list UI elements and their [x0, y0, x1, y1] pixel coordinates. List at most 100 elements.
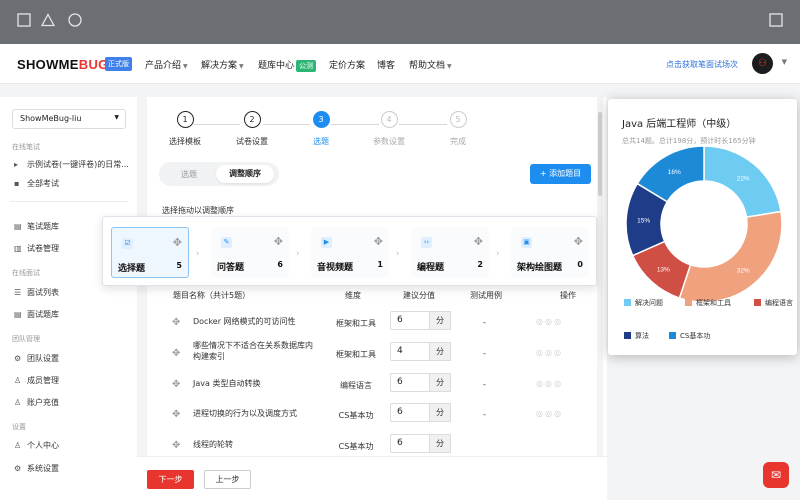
drag-handle-icon[interactable]: ✥	[173, 236, 182, 249]
drag-handle-icon[interactable]: ✥	[172, 409, 180, 420]
nav-help[interactable]: 帮助文档 ▼	[409, 58, 452, 71]
tenant-select[interactable]: ShowMeBug-liu ▼	[12, 109, 126, 129]
sidebar-item-members[interactable]: ♙ 成员管理	[14, 375, 59, 386]
get-sessions-link[interactable]: 点击获取笔面试场次	[666, 59, 738, 70]
tab-select-questions[interactable]: 选题	[181, 169, 197, 180]
window-toggle-icon[interactable]	[769, 13, 783, 27]
triangle-icon[interactable]	[41, 13, 55, 27]
section-interview: 在线面试	[12, 269, 40, 277]
category-card-architecture[interactable]: ▣ ✥ 架构绘图题 0	[511, 227, 589, 278]
drag-handle-icon[interactable]: ✥	[172, 317, 180, 328]
nav-pricing[interactable]: 定价方案	[329, 58, 365, 71]
legend-swatch	[624, 332, 631, 339]
scrollbar-thumb[interactable]	[598, 112, 602, 196]
section-settings: 设置	[12, 423, 26, 431]
table-row: ✥ 线程的轮转 CS基本功 6 分	[162, 433, 602, 455]
nav-question-bank[interactable]: 题库中心 公测	[258, 58, 317, 72]
row-actions-icon[interactable]: ◎◎◎	[536, 379, 563, 388]
avatar[interactable]: ⚇	[752, 53, 773, 74]
table-row: ✥ Docker 网络模式的可访问性 框架和工具 6 分 - ◎◎◎	[162, 310, 602, 340]
chevron-down-icon: ▼	[447, 63, 452, 70]
chevron-down-icon: ▼	[183, 63, 188, 70]
prev-step-button[interactable]: 上一步	[204, 470, 251, 489]
nav-blog[interactable]: 博客	[377, 58, 395, 71]
score-input[interactable]: 4	[390, 342, 430, 361]
sidebar-item-written-bank[interactable]: ▤ 笔试题库	[14, 221, 59, 232]
user-icon: ♙	[14, 441, 22, 450]
sidebar-item-profile[interactable]: ♙ 个人中心	[14, 440, 59, 451]
mode-switch: 选题 调整顺序	[159, 162, 279, 186]
drag-handle-icon[interactable]: ✥	[274, 235, 283, 248]
divider	[10, 201, 128, 202]
drag-handle-icon[interactable]: ✥	[574, 235, 583, 248]
code-icon: ‹›	[421, 237, 432, 248]
sidebar-item-paper-manage[interactable]: ▥ 试卷管理	[14, 243, 59, 254]
row-actions-icon[interactable]: ◎◎◎	[536, 409, 563, 418]
chat-icon[interactable]: ✉	[763, 462, 789, 488]
step-template[interactable]: 1 选择模板	[155, 111, 215, 147]
drag-handle-icon[interactable]: ✥	[172, 379, 180, 390]
drag-handle-icon[interactable]: ✥	[374, 235, 383, 248]
section-team: 团队管理	[12, 335, 40, 343]
row-actions-icon[interactable]: ◎◎◎	[536, 348, 563, 357]
tree-item-all-exams[interactable]: ▪ 全部考试	[14, 178, 59, 189]
donut-label-0: 22%	[737, 175, 750, 182]
col-question-name: 题目名称（共计5题）	[173, 291, 251, 300]
sidebar-item-interview-bank[interactable]: ▤ 面试题库	[14, 309, 59, 320]
popup-title: Java 后端工程师（中级）	[622, 119, 737, 130]
sidebar-item-system-settings[interactable]: ⚙ 系统设置	[14, 463, 59, 474]
tree-item-sample-paper[interactable]: ▸ 示例试卷(一键评卷)的日常...	[14, 159, 129, 170]
nav-solutions[interactable]: 解决方案 ▼	[201, 58, 244, 71]
sidebar-item-interview-list[interactable]: ☰ 面试列表	[14, 287, 59, 298]
version-badge: 正式版	[105, 57, 132, 71]
col-test-cases: 测试用例	[470, 291, 502, 300]
score-input[interactable]: 6	[390, 373, 430, 392]
qa-icon: ✎	[221, 237, 232, 248]
score-input[interactable]: 6	[390, 311, 430, 330]
legend-swatch	[754, 299, 761, 306]
legend-item: 编程语言	[754, 298, 793, 308]
drag-handle-icon[interactable]: ✥	[172, 348, 180, 359]
score-input[interactable]: 6	[390, 403, 430, 422]
next-step-button[interactable]: 下一步	[147, 470, 194, 489]
paper-icon: ▥	[14, 244, 22, 253]
sidebar: ShowMeBug-liu ▼ 在线笔试 ▸ 示例试卷(一键评卷)的日常... ▪ 全…	[0, 97, 137, 500]
square-icon[interactable]	[17, 13, 31, 27]
score-input[interactable]: 6	[390, 434, 430, 453]
donut-slice-1	[678, 210, 783, 303]
tab-adjust-order[interactable]: 调整顺序	[216, 165, 274, 183]
step-done[interactable]: 5 完成	[428, 111, 488, 147]
sidebar-item-recharge[interactable]: ♙ 账户充值	[14, 397, 59, 408]
gear-icon: ⚙	[14, 354, 22, 363]
legend-item: 框架和工具	[685, 298, 731, 308]
logo[interactable]: SHOWMEBUG	[17, 57, 109, 72]
category-card-coding[interactable]: ‹› ✥ 编程题 2	[411, 227, 489, 278]
chevron-down-icon[interactable]: ▼	[782, 58, 787, 66]
choice-icon: ☑	[122, 238, 133, 249]
legend-item: 算法	[624, 331, 649, 341]
gear-icon: ⚙	[14, 464, 22, 473]
add-question-button[interactable]: + 添加题目	[530, 164, 591, 184]
step-parameters[interactable]: 4 参数设置	[359, 111, 419, 147]
table-row: ✥ 进程切换的行为以及调度方式 CS基本功 6 分 - ◎◎◎	[162, 402, 602, 432]
legend-swatch	[669, 332, 676, 339]
row-actions-icon[interactable]: ◎◎◎	[536, 317, 563, 326]
nav-product[interactable]: 产品介绍 ▼	[145, 58, 188, 71]
chevron-down-icon: ▼	[239, 63, 244, 70]
step-select-questions[interactable]: 3 选题	[291, 111, 351, 147]
window-titlebar	[0, 0, 800, 44]
category-card-choice[interactable]: ☑ ✥ 选择题 5	[111, 227, 189, 278]
circle-icon[interactable]	[68, 13, 82, 27]
sidebar-item-team-settings[interactable]: ⚙ 团队设置	[14, 353, 59, 364]
drag-handle-icon[interactable]: ✥	[172, 440, 180, 451]
step-paper-settings[interactable]: 2 试卷设置	[222, 111, 282, 147]
bullet-icon: ▪	[14, 179, 20, 188]
table-row: ✥ Java 类型自动转换 编程语言 6 分 - ◎◎◎	[162, 372, 602, 402]
caret-right-icon: ▸	[14, 160, 19, 169]
legend-swatch	[624, 299, 631, 306]
donut-label-4: 16%	[668, 169, 681, 176]
category-card-qa[interactable]: ✎ ✥ 问答题 6	[211, 227, 289, 278]
category-card-av[interactable]: ▶ ✥ 音视频题 1	[311, 227, 389, 278]
donut-label-1: 32%	[737, 268, 750, 275]
drag-handle-icon[interactable]: ✥	[474, 235, 483, 248]
